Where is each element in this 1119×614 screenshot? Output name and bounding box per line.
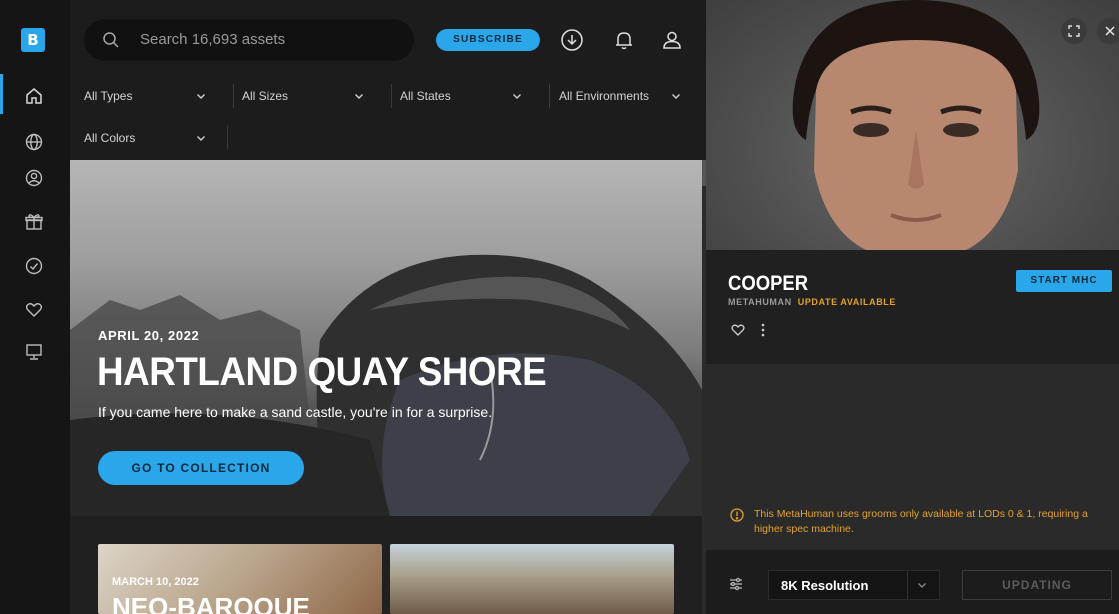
updating-button[interactable]: UPDATING [962, 570, 1112, 600]
gift-icon[interactable] [24, 212, 44, 232]
sidebar-active-indicator [0, 74, 3, 114]
filter-sizes-label: All Sizes [242, 89, 289, 103]
browse-panel: Search 16,693 assets SUBSCRIBE All Types… [70, 0, 706, 614]
bridge-logo[interactable]: B [21, 28, 45, 52]
close-icon[interactable] [1097, 18, 1119, 44]
portrait-illustration [792, 0, 1040, 250]
featured-collection-banner[interactable]: APRIL 20, 2022 HARTLAND QUAY SHORE If yo… [70, 160, 702, 516]
filter-environments[interactable]: All Environments [559, 78, 699, 114]
heart-icon[interactable] [24, 300, 44, 320]
chevron-down-icon [197, 94, 205, 99]
search-icon [103, 32, 119, 48]
resolution-select[interactable]: 8K Resolution [768, 570, 940, 600]
subscribe-button[interactable]: SUBSCRIBE [436, 29, 540, 51]
collection-card[interactable] [390, 544, 674, 614]
card-date: MARCH 10, 2022 [112, 576, 199, 588]
filter-states[interactable]: All States [400, 78, 550, 114]
start-mhc-button[interactable]: START MHC [1016, 270, 1112, 292]
update-status: UPDATE AVAILABLE [797, 297, 896, 307]
filter-types[interactable]: All Types [84, 78, 234, 114]
chevron-down-icon [197, 136, 205, 141]
settings-sliders-icon[interactable] [728, 576, 744, 592]
more-options-icon[interactable] [760, 322, 766, 338]
hero-subtitle: If you came here to make a sand castle, … [98, 404, 493, 420]
filter-sizes[interactable]: All Sizes [242, 78, 392, 114]
fullscreen-icon[interactable] [1061, 18, 1087, 44]
search-placeholder: Search 16,693 assets [140, 31, 286, 48]
asset-detail-panel: COOPER METAHUMAN UPDATE AVAILABLE START M… [706, 0, 1119, 614]
go-to-collection-button[interactable]: GO TO COLLECTION [98, 451, 304, 485]
sidebar: B [0, 0, 70, 614]
download-icon[interactable] [560, 28, 584, 52]
monitor-icon[interactable] [24, 342, 44, 362]
chevron-down-icon [355, 94, 363, 99]
warning-text: This MetaHuman uses grooms only availabl… [754, 508, 1088, 535]
asset-type: METAHUMAN [728, 297, 792, 307]
filter-colors[interactable]: All Colors [84, 120, 228, 156]
select-divider [907, 571, 908, 599]
globe-icon[interactable] [24, 132, 44, 152]
filter-divider [233, 84, 234, 108]
chevron-down-icon [513, 94, 521, 99]
filter-divider [227, 126, 228, 150]
user-icon[interactable] [660, 28, 684, 52]
top-bar: Search 16,693 assets SUBSCRIBE [70, 0, 706, 74]
person-circle-icon[interactable] [24, 168, 44, 188]
groom-warning: This MetaHuman uses grooms only availabl… [706, 500, 1119, 550]
hero-title: HARTLAND QUAY SHORE [97, 350, 547, 394]
detail-content-area [706, 364, 1119, 500]
resolution-value: 8K Resolution [781, 578, 869, 593]
collection-card[interactable]: MARCH 10, 2022 NEO-BAROQUE [98, 544, 382, 614]
filter-states-label: All States [400, 89, 451, 103]
chevron-down-icon [918, 583, 926, 588]
card-title: NEO-BAROQUE [112, 592, 310, 614]
filter-types-label: All Types [84, 89, 133, 103]
check-circle-icon[interactable] [24, 256, 44, 276]
chevron-down-icon [672, 94, 680, 99]
asset-info: COOPER METAHUMAN UPDATE AVAILABLE START M… [706, 250, 1119, 364]
filter-bar: All Types All Sizes All States All Envir… [70, 74, 706, 160]
info-warning-icon [730, 508, 744, 522]
asset-name: COOPER [728, 272, 809, 295]
asset-meta: METAHUMAN UPDATE AVAILABLE [728, 297, 896, 307]
favorite-heart-icon[interactable] [730, 322, 746, 338]
download-controls: 8K Resolution UPDATING [706, 550, 1119, 614]
metahuman-portrait [706, 0, 1119, 250]
hero-date: APRIL 20, 2022 [98, 328, 200, 343]
filter-colors-label: All Colors [84, 131, 136, 145]
filter-divider [391, 84, 392, 108]
bell-icon[interactable] [612, 28, 636, 52]
filter-environments-label: All Environments [559, 89, 650, 103]
search-input[interactable]: Search 16,693 assets [84, 19, 414, 61]
filter-divider [549, 84, 550, 108]
app-window: B Search 16,693 assets SUBSCRIBE All Typ… [0, 0, 1119, 614]
home-icon[interactable] [24, 86, 44, 106]
